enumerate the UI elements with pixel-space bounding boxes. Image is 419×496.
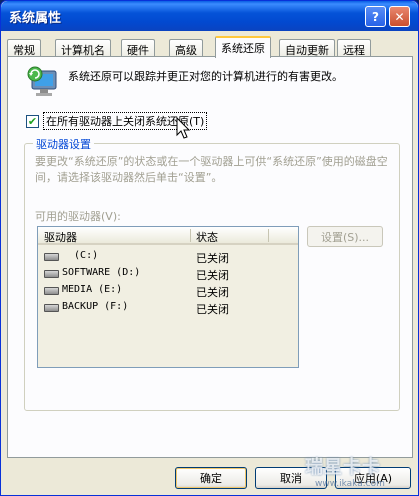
mouse-cursor-icon <box>176 117 191 139</box>
drive-status: 已关闭 <box>196 252 229 265</box>
drives-list[interactable]: 驱动器 状态 (C:) 已关闭 SOFTWARE (D:) 已关闭 MEDIA … <box>37 226 299 368</box>
drive-row[interactable]: (C:) 已关闭 <box>38 249 298 265</box>
available-drives-label: 可用的驱动器(V): <box>35 210 121 223</box>
checkmark-icon: ✔ <box>27 114 38 128</box>
tab-system-restore[interactable]: 系统还原 <box>215 36 271 58</box>
drive-settings-description: 要更改“系统还原”的状态或在一个驱动器上可供“系统还原”使用的磁盘空间，请选择该… <box>35 155 388 184</box>
tab-remote[interactable]: 远程 <box>337 39 371 57</box>
watermark-logo: 瑞星卡卡 <box>305 457 381 478</box>
drive-row[interactable]: BACKUP (F:) 已关闭 <box>38 300 298 316</box>
system-restore-icon <box>27 66 57 96</box>
system-properties-window: 系统属性 ? ✕ 常规 计算机名 硬件 高级 系统还原 自动更新 远程 系统还原… <box>0 0 419 496</box>
tab-strip: 常规 计算机名 硬件 高级 系统还原 自动更新 远程 <box>7 36 413 58</box>
column-drive[interactable]: 驱动器 <box>44 229 77 245</box>
hard-drive-icon <box>44 287 59 295</box>
tab-advanced[interactable]: 高级 <box>169 39 203 57</box>
drive-status: 已关闭 <box>196 286 229 299</box>
drive-status: 已关闭 <box>196 269 229 282</box>
hard-drive-icon <box>44 253 59 261</box>
drive-settings-title: 驱动器设置 <box>33 136 94 152</box>
close-icon: ✕ <box>394 9 405 24</box>
column-status[interactable]: 状态 <box>196 229 218 245</box>
tab-hardware[interactable]: 硬件 <box>121 39 155 57</box>
window-title: 系统属性 <box>9 11 62 26</box>
tab-computer-name[interactable]: 计算机名 <box>55 39 111 57</box>
drive-settings-group: 驱动器设置 要更改“系统还原”的状态或在一个驱动器上可供“系统还原”使用的磁盘空… <box>24 136 400 411</box>
system-restore-panel: 系统还原可以跟踪并更正对您的计算机进行的有害更改。 ✔ 在所有驱动器上关闭系统还… <box>7 56 413 458</box>
drive-name: (C:) <box>62 250 99 261</box>
drives-list-header: 驱动器 状态 <box>38 227 298 245</box>
intro-text: 系统还原可以跟踪并更正对您的计算机进行的有害更改。 <box>68 70 343 83</box>
drive-name: BACKUP (F:) <box>62 301 129 312</box>
drive-row[interactable]: SOFTWARE (D:) 已关闭 <box>38 266 298 282</box>
close-button[interactable]: ✕ <box>389 6 410 27</box>
ok-button[interactable]: 确定 <box>175 467 247 489</box>
drive-name: MEDIA (E:) <box>62 284 123 295</box>
drive-status: 已关闭 <box>196 303 229 316</box>
hard-drive-icon <box>44 304 59 312</box>
drive-row[interactable]: MEDIA (E:) 已关闭 <box>38 283 298 299</box>
settings-button[interactable]: 设置(S)... <box>307 226 383 247</box>
tab-automatic-updates[interactable]: 自动更新 <box>279 39 335 57</box>
column-separator <box>268 229 269 242</box>
tab-general[interactable]: 常规 <box>7 39 41 57</box>
help-button[interactable]: ? <box>365 6 386 27</box>
watermark-url: www.ikaka.com <box>315 479 385 489</box>
title-bar[interactable]: 系统属性 ? ✕ <box>1 1 418 31</box>
turn-off-restore-checkbox[interactable]: ✔ <box>26 114 39 128</box>
drive-name: SOFTWARE (D:) <box>62 267 141 278</box>
column-separator <box>190 229 191 242</box>
hard-drive-icon <box>44 270 59 278</box>
